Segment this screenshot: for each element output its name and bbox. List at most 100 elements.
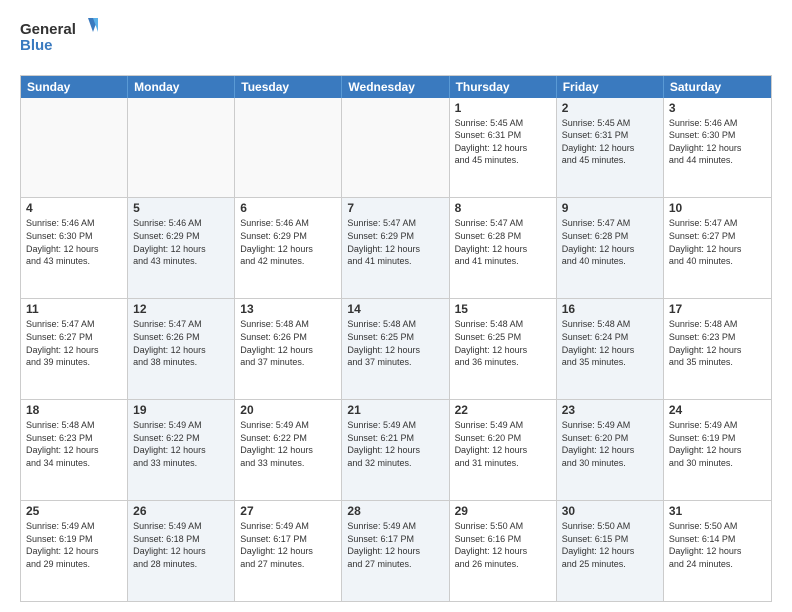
calendar-cell: 28Sunrise: 5:49 AMSunset: 6:17 PMDayligh… (342, 501, 449, 601)
calendar-header-cell: Sunday (21, 76, 128, 98)
day-number: 24 (669, 403, 766, 417)
day-info: Sunrise: 5:45 AMSunset: 6:31 PMDaylight:… (562, 117, 658, 167)
header: General Blue (20, 16, 772, 65)
day-info: Sunrise: 5:47 AMSunset: 6:28 PMDaylight:… (562, 217, 658, 267)
day-info: Sunrise: 5:49 AMSunset: 6:20 PMDaylight:… (455, 419, 551, 469)
day-info: Sunrise: 5:47 AMSunset: 6:26 PMDaylight:… (133, 318, 229, 368)
calendar-cell: 11 Sunrise: 5:47 AMSunset: 6:27 PMDayligh… (21, 299, 128, 399)
calendar-cell: 19Sunrise: 5:49 AMSunset: 6:22 PMDayligh… (128, 400, 235, 500)
day-info: Sunrise: 5:48 AMSunset: 6:26 PMDaylight:… (240, 318, 336, 368)
day-info: Sunrise: 5:49 AMSunset: 6:22 PMDaylight:… (240, 419, 336, 469)
calendar-cell: 2 Sunrise: 5:45 AMSunset: 6:31 PMDaylight… (557, 98, 664, 198)
day-info: Sunrise: 5:49 AMSunset: 6:20 PMDaylight:… (562, 419, 658, 469)
calendar-header-cell: Friday (557, 76, 664, 98)
day-number: 21 (347, 403, 443, 417)
calendar-header-cell: Saturday (664, 76, 771, 98)
day-number: 11 (26, 302, 122, 316)
day-info: Sunrise: 5:49 AMSunset: 6:17 PMDaylight:… (240, 520, 336, 570)
day-number: 27 (240, 504, 336, 518)
day-number: 22 (455, 403, 551, 417)
calendar-cell: 22 Sunrise: 5:49 AMSunset: 6:20 PMDayligh… (450, 400, 557, 500)
calendar-cell: 25Sunrise: 5:49 AMSunset: 6:19 PMDayligh… (21, 501, 128, 601)
logo-wordmark: General Blue (20, 16, 100, 65)
day-number: 31 (669, 504, 766, 518)
day-number: 7 (347, 201, 443, 215)
day-info: Sunrise: 5:50 AMSunset: 6:16 PMDaylight:… (455, 520, 551, 570)
day-number: 15 (455, 302, 551, 316)
calendar-cell (235, 98, 342, 198)
calendar-cell: 13Sunrise: 5:48 AMSunset: 6:26 PMDayligh… (235, 299, 342, 399)
calendar-cell: 18 Sunrise: 5:48 AMSunset: 6:23 PMDayligh… (21, 400, 128, 500)
day-info: Sunrise: 5:48 AMSunset: 6:23 PMDaylight:… (26, 419, 122, 469)
day-info: Sunrise: 5:47 AMSunset: 6:27 PMDaylight:… (26, 318, 122, 368)
day-info: Sunrise: 5:47 AMSunset: 6:28 PMDaylight:… (455, 217, 551, 267)
calendar-header: SundayMondayTuesdayWednesdayThursdayFrid… (21, 76, 771, 98)
day-number: 20 (240, 403, 336, 417)
calendar-cell: 4Sunrise: 5:46 AMSunset: 6:30 PMDaylight… (21, 198, 128, 298)
day-number: 25 (26, 504, 122, 518)
svg-text:General: General (20, 21, 76, 38)
calendar-header-cell: Wednesday (342, 76, 449, 98)
calendar: SundayMondayTuesdayWednesdayThursdayFrid… (20, 75, 772, 602)
day-number: 18 (26, 403, 122, 417)
day-info: Sunrise: 5:48 AMSunset: 6:25 PMDaylight:… (347, 318, 443, 368)
day-info: Sunrise: 5:45 AMSunset: 6:31 PMDaylight:… (455, 117, 551, 167)
day-number: 14 (347, 302, 443, 316)
calendar-row: 1Sunrise: 5:45 AMSunset: 6:31 PMDaylight… (21, 98, 771, 198)
calendar-cell: 30 Sunrise: 5:50 AMSunset: 6:15 PMDayligh… (557, 501, 664, 601)
day-info: Sunrise: 5:46 AMSunset: 6:30 PMDaylight:… (26, 217, 122, 267)
calendar-cell (21, 98, 128, 198)
calendar-cell: 31Sunrise: 5:50 AMSunset: 6:14 PMDayligh… (664, 501, 771, 601)
calendar-cell: 14 Sunrise: 5:48 AMSunset: 6:25 PMDayligh… (342, 299, 449, 399)
calendar-cell: 26Sunrise: 5:49 AMSunset: 6:18 PMDayligh… (128, 501, 235, 601)
day-info: Sunrise: 5:49 AMSunset: 6:21 PMDaylight:… (347, 419, 443, 469)
day-info: Sunrise: 5:49 AMSunset: 6:22 PMDaylight:… (133, 419, 229, 469)
calendar-row: 11 Sunrise: 5:47 AMSunset: 6:27 PMDayligh… (21, 298, 771, 399)
calendar-cell: 9 Sunrise: 5:47 AMSunset: 6:28 PMDaylight… (557, 198, 664, 298)
day-info: Sunrise: 5:47 AMSunset: 6:27 PMDaylight:… (669, 217, 766, 267)
day-info: Sunrise: 5:48 AMSunset: 6:24 PMDaylight:… (562, 318, 658, 368)
day-number: 8 (455, 201, 551, 215)
day-info: Sunrise: 5:48 AMSunset: 6:23 PMDaylight:… (669, 318, 766, 368)
calendar-header-cell: Tuesday (235, 76, 342, 98)
day-number: 12 (133, 302, 229, 316)
day-number: 16 (562, 302, 658, 316)
day-info: Sunrise: 5:50 AMSunset: 6:15 PMDaylight:… (562, 520, 658, 570)
day-info: Sunrise: 5:48 AMSunset: 6:25 PMDaylight:… (455, 318, 551, 368)
day-number: 23 (562, 403, 658, 417)
calendar-cell: 7Sunrise: 5:47 AMSunset: 6:29 PMDaylight… (342, 198, 449, 298)
day-number: 30 (562, 504, 658, 518)
calendar-row: 4Sunrise: 5:46 AMSunset: 6:30 PMDaylight… (21, 197, 771, 298)
page: General Blue SundayMondayTuesdayWednesda… (0, 0, 792, 612)
calendar-cell: 23 Sunrise: 5:49 AMSunset: 6:20 PMDayligh… (557, 400, 664, 500)
calendar-cell: 16 Sunrise: 5:48 AMSunset: 6:24 PMDayligh… (557, 299, 664, 399)
calendar-cell: 24 Sunrise: 5:49 AMSunset: 6:19 PMDayligh… (664, 400, 771, 500)
calendar-cell: 15 Sunrise: 5:48 AMSunset: 6:25 PMDayligh… (450, 299, 557, 399)
calendar-cell: 12 Sunrise: 5:47 AMSunset: 6:26 PMDayligh… (128, 299, 235, 399)
calendar-cell: 27 Sunrise: 5:49 AMSunset: 6:17 PMDayligh… (235, 501, 342, 601)
day-number: 5 (133, 201, 229, 215)
day-number: 28 (347, 504, 443, 518)
calendar-cell: 3Sunrise: 5:46 AMSunset: 6:30 PMDaylight… (664, 98, 771, 198)
day-number: 2 (562, 101, 658, 115)
calendar-cell: 21 Sunrise: 5:49 AMSunset: 6:21 PMDayligh… (342, 400, 449, 500)
calendar-row: 18 Sunrise: 5:48 AMSunset: 6:23 PMDayligh… (21, 399, 771, 500)
calendar-cell: 20 Sunrise: 5:49 AMSunset: 6:22 PMDayligh… (235, 400, 342, 500)
day-number: 10 (669, 201, 766, 215)
calendar-cell (128, 98, 235, 198)
calendar-cell: 17 Sunrise: 5:48 AMSunset: 6:23 PMDayligh… (664, 299, 771, 399)
day-info: Sunrise: 5:46 AMSunset: 6:29 PMDaylight:… (240, 217, 336, 267)
svg-text:Blue: Blue (20, 37, 53, 54)
day-info: Sunrise: 5:46 AMSunset: 6:30 PMDaylight:… (669, 117, 766, 167)
day-info: Sunrise: 5:49 AMSunset: 6:19 PMDaylight:… (669, 419, 766, 469)
day-number: 17 (669, 302, 766, 316)
calendar-row: 25Sunrise: 5:49 AMSunset: 6:19 PMDayligh… (21, 500, 771, 601)
calendar-cell: 1Sunrise: 5:45 AMSunset: 6:31 PMDaylight… (450, 98, 557, 198)
calendar-cell: 5Sunrise: 5:46 AMSunset: 6:29 PMDaylight… (128, 198, 235, 298)
logo-svg: General Blue (20, 16, 100, 60)
logo: General Blue (20, 16, 100, 65)
day-number: 9 (562, 201, 658, 215)
calendar-header-cell: Thursday (450, 76, 557, 98)
day-number: 29 (455, 504, 551, 518)
calendar-cell: 6Sunrise: 5:46 AMSunset: 6:29 PMDaylight… (235, 198, 342, 298)
